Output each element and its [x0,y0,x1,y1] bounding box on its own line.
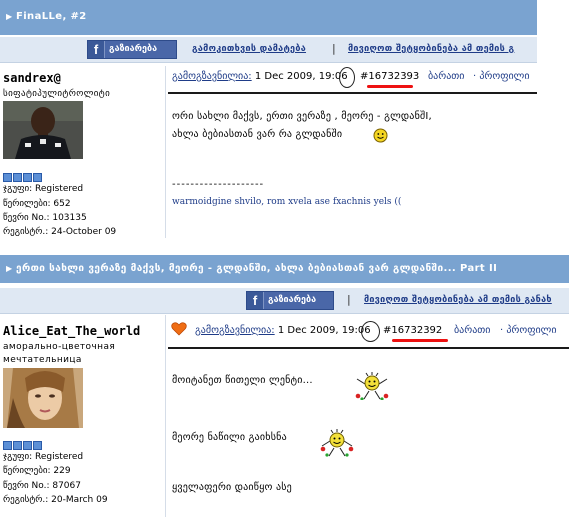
toolbar-divider: | [332,42,336,55]
post-panel-2: ▶ ერთი სახლი ვერაზე მაქვს, მეორე - გლდან… [0,255,569,517]
column-divider [165,66,166,238]
thread-header: ▶ FinaLLe, #2 [0,0,537,35]
message-line-1: მოიტანეთ წითელი ლენტი... [172,375,313,386]
username[interactable]: sandrex@ [3,71,61,85]
profile-link[interactable]: · პროფილი [500,325,557,336]
thread-toolbar: f გაზიარება გამოკითხვის დამატება | მივიღ… [0,37,537,63]
post-type-label[interactable]: გამოგზავნილია: [195,325,275,336]
user-title-line-2: мечтательница [3,355,82,365]
user-registered-date: რეგისტრ.: 24-October 09 [3,227,117,237]
dancing-smiley-icon [355,372,389,400]
toolbar-divider: | [347,293,351,306]
post-header-rule [168,347,569,349]
rank-stars [3,173,43,182]
caret-right-icon: ▶ [6,264,13,273]
profile-link[interactable]: · პროფილი [473,71,530,82]
user-avatar[interactable] [3,368,83,428]
thread-title[interactable]: ერთი სახლი ვერაზე მაქვს, მეორე - გლდანში… [16,263,497,274]
user-avatar[interactable] [3,101,83,159]
time-highlight-circle [339,67,355,88]
post-date: 1 Dec 2009, 19:06 [254,71,348,82]
facebook-icon: f [88,41,105,58]
thread-title[interactable]: FinaLLe, #2 [16,11,87,22]
message-line-1: ორი სახლი მაქვს, ერთი ვერაზე , მეორე - გ… [172,111,432,122]
message-line-3: ყველაფერი დაიწყო ასე [172,482,292,493]
signature-separator: -------------------- [172,179,265,190]
smiley-icon [373,128,388,143]
facebook-share-button[interactable]: f გაზიარება [87,40,177,59]
user-title-line-1: аморально-цветочная [3,342,116,352]
username[interactable]: Alice_Eat_The_world [3,324,140,338]
facebook-share-button[interactable]: f გაზიარება [246,291,334,310]
thread-toolbar: f გაზიარება | მივიღოთ შეტყობინება ამ თემ… [0,288,569,314]
rank-stars [3,441,43,450]
thread-header: ▶ ერთი სახლი ვერაზე მაქვს, მეორე - გლდან… [0,255,569,283]
column-divider [165,315,166,517]
post-id-link[interactable]: #16732393 [360,71,419,82]
user-post-count: წერილები: 229 [3,466,71,476]
caret-right-icon: ▶ [6,12,13,21]
post-id-underline [367,85,413,88]
subscribe-link[interactable]: მივიღოთ შეტყობინება ამ თემის განახ [364,295,552,305]
dancing-smiley-icon [320,429,354,457]
signature-text: warmoidgine shvilo, rom xvela ase fxachn… [172,197,402,207]
avatar-image [3,101,83,159]
user-group: ჯგუფი: Registered [3,184,84,194]
post-id-underline [392,339,448,342]
user-title: სიფატიპულიტროლიტი [3,89,111,99]
reply-link[interactable]: ბარათი [428,71,464,82]
message-line-2: ახლა ბებიასთან ვარ რა გლდანში [172,129,343,140]
post-type-label[interactable]: გამოგზავნილია: [172,71,252,82]
post-header-rule [168,92,537,94]
reply-link[interactable]: ბარათი [454,325,490,336]
user-registered-date: რეგისტრ.: 20-March 09 [3,495,108,505]
add-poll-link[interactable]: გამოკითხვის დამატება [192,44,306,54]
post-date: 1 Dec 2009, 19:06 [277,325,371,336]
time-highlight-circle [361,321,380,342]
heart-icon [171,322,187,336]
facebook-icon: f [247,292,264,309]
post-meta: გამოგზავნილია: 1 Dec 2009, 19:06 [195,325,371,336]
post-id-link[interactable]: #16732392 [383,325,442,336]
message-line-2: მეორე ნაწილი გაიხსნა [172,432,287,443]
post-panel-1: ▶ FinaLLe, #2 f გაზიარება გამოკითხვის და… [0,0,537,238]
post-meta: გამოგზავნილია: 1 Dec 2009, 19:06 [172,71,348,82]
avatar-image [3,368,83,428]
subscribe-link[interactable]: მივიღოთ შეტყობინება ამ თემის გ [348,44,514,54]
